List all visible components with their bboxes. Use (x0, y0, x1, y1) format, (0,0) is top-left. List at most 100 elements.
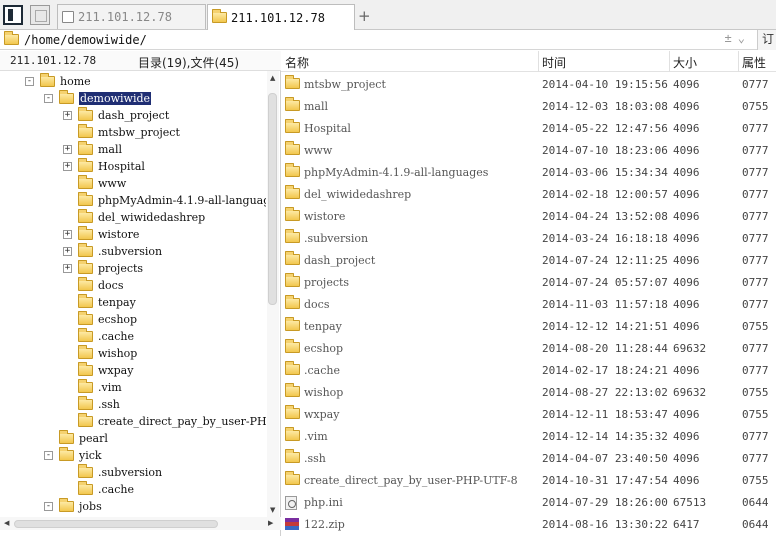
tree-item-label: projects (98, 262, 144, 275)
file-name: .ssh (304, 452, 326, 465)
tree-item[interactable]: ecshop (78, 311, 137, 328)
file-permission: 0777 (742, 166, 769, 179)
path-input[interactable]: /home/demowiwide/ (24, 33, 147, 47)
column-time[interactable]: 时间 (542, 54, 566, 71)
folder-icon (78, 481, 93, 495)
tree-vertical-scrollbar[interactable]: ▲ ▼ (267, 71, 279, 517)
collapse-icon[interactable]: - (44, 94, 53, 103)
tree-item[interactable]: .subversion (78, 464, 162, 481)
folder-icon (285, 141, 300, 155)
file-row[interactable]: www 2014-07-10 18:23:06 4096 0777 (281, 139, 776, 161)
tree-item[interactable]: www (78, 175, 126, 192)
collapse-icon[interactable]: - (44, 502, 53, 511)
path-bar[interactable]: /home/demowiwide/ ±⌄ (0, 30, 757, 50)
folder-icon (285, 97, 300, 111)
file-row[interactable]: .vim 2014-12-14 14:35:32 4096 0777 (281, 425, 776, 447)
tree-item[interactable]: tenpay (78, 294, 136, 311)
tree-item[interactable]: - demowiwide (44, 90, 152, 107)
file-row[interactable]: create_direct_pay_by_user-PHP-UTF-8 2014-… (281, 469, 776, 491)
tree-item[interactable]: del_wiwidedashrep (78, 209, 205, 226)
file-row[interactable]: dash_project 2014-07-24 12:11:25 4096 0777 (281, 249, 776, 271)
column-perm[interactable]: 属性 (742, 54, 766, 71)
tree-item[interactable]: wxpay (78, 362, 133, 379)
tree-item[interactable]: phpMyAdmin-4.1.9-all-languag (78, 192, 266, 209)
tree-item[interactable]: - yick (44, 447, 102, 464)
tree-horizontal-scrollbar[interactable]: ◀ ▶ (0, 517, 281, 530)
file-size: 4096 (673, 100, 700, 113)
file-time: 2014-03-06 15:34:34 (542, 166, 668, 179)
window-icon[interactable] (30, 5, 50, 25)
file-permission: 0777 (742, 254, 769, 267)
file-row[interactable]: php.ini 2014-07-29 18:26:00 67513 0644 (281, 491, 776, 513)
file-name: del_wiwidedashrep (304, 188, 412, 201)
expand-icon[interactable]: + (63, 247, 72, 256)
file-row[interactable]: docs 2014-11-03 11:57:18 4096 0777 (281, 293, 776, 315)
tree-item[interactable]: create_direct_pay_by_user-PH (78, 413, 266, 430)
new-tab-icon[interactable]: + (358, 7, 371, 25)
tree-item[interactable]: + .subversion (63, 243, 162, 260)
path-history-icon[interactable]: ±⌄ (725, 31, 751, 45)
file-row[interactable]: mtsbw_project 2014-04-10 19:15:56 4096 0777 (281, 73, 776, 95)
tree-item[interactable]: + mall (63, 141, 122, 158)
file-row[interactable]: projects 2014-07-24 05:57:07 4096 0777 (281, 271, 776, 293)
file-row[interactable]: wxpay 2014-12-11 18:53:47 4096 0755 (281, 403, 776, 425)
file-name: tenpay (304, 320, 342, 333)
collapse-icon[interactable]: - (44, 451, 53, 460)
tree-item[interactable]: mtsbw_project (78, 124, 180, 141)
collapse-icon[interactable]: - (25, 77, 34, 86)
tab-session-1[interactable]: 211.101.12.78 (57, 4, 206, 29)
scroll-up-icon[interactable]: ▲ (270, 74, 275, 82)
file-name: wishop (304, 386, 344, 399)
scroll-thumb[interactable] (268, 93, 277, 305)
file-row[interactable]: ecshop 2014-08-20 11:28:44 69632 0777 (281, 337, 776, 359)
expand-icon[interactable]: + (63, 162, 72, 171)
file-row[interactable]: wistore 2014-04-24 13:52:08 4096 0777 (281, 205, 776, 227)
tab-session-2[interactable]: 211.101.12.78 (207, 4, 355, 30)
folder-icon (285, 361, 300, 375)
tree-item[interactable]: .ssh (78, 396, 120, 413)
expand-icon[interactable]: + (63, 230, 72, 239)
folder-icon (212, 9, 227, 23)
file-size: 4096 (673, 452, 700, 465)
tree-item[interactable]: + Hospital (63, 158, 145, 175)
file-row[interactable]: mall 2014-12-03 18:03:08 4096 0755 (281, 95, 776, 117)
tree-item[interactable]: + projects (63, 260, 144, 277)
tree-item[interactable]: pearl (59, 430, 108, 447)
tree-item[interactable]: wishop (78, 345, 137, 362)
file-row[interactable]: .cache 2014-02-17 18:24:21 4096 0777 (281, 359, 776, 381)
file-row[interactable]: wishop 2014-08-27 22:13:02 69632 0755 (281, 381, 776, 403)
tree-item[interactable]: + dash_project (63, 107, 169, 124)
scroll-thumb[interactable] (14, 520, 218, 528)
scroll-right-icon[interactable]: ▶ (268, 519, 273, 527)
scroll-down-icon[interactable]: ▼ (270, 506, 275, 514)
file-row[interactable]: tenpay 2014-12-12 14:21:51 4096 0755 (281, 315, 776, 337)
folder-icon (285, 449, 300, 463)
expand-icon[interactable]: + (63, 111, 72, 120)
file-row[interactable]: Hospital 2014-05-22 12:47:56 4096 0777 (281, 117, 776, 139)
tree-item[interactable]: .cache (78, 481, 134, 498)
expand-icon[interactable]: + (63, 145, 72, 154)
file-permission: 0777 (742, 144, 769, 157)
file-row[interactable]: 122.zip 2014-08-16 13:30:22 6417 0644 (281, 513, 776, 535)
file-size: 4096 (673, 210, 700, 223)
tree-item-label: demowiwide (79, 92, 152, 105)
file-row[interactable]: del_wiwidedashrep 2014-02-18 12:00:57 4096… (281, 183, 776, 205)
expand-icon[interactable]: + (63, 264, 72, 273)
scroll-left-icon[interactable]: ◀ (4, 519, 9, 527)
file-row[interactable]: phpMyAdmin-4.1.9-all-languages 2014-03-06… (281, 161, 776, 183)
folder-icon (78, 124, 93, 138)
tree-item[interactable]: .cache (78, 328, 134, 345)
file-size: 69632 (673, 342, 707, 355)
tree-item[interactable]: - home (25, 73, 91, 90)
file-row[interactable]: .ssh 2014-04-07 23:40:50 4096 0777 (281, 447, 776, 469)
tree-item[interactable]: docs (78, 277, 123, 294)
tree-item[interactable]: .vim (78, 379, 122, 396)
tree-item[interactable]: + wistore (63, 226, 139, 243)
column-size[interactable]: 大小 (673, 54, 697, 71)
settings-label[interactable]: 订 (757, 30, 776, 50)
file-row[interactable]: .subversion 2014-03-24 16:18:18 4096 0777 (281, 227, 776, 249)
sidebar-toggle-icon[interactable] (3, 5, 23, 25)
column-name[interactable]: 名称 (285, 54, 309, 71)
tree-item[interactable]: - jobs (44, 498, 102, 515)
file-time: 2014-02-18 12:00:57 (542, 188, 668, 201)
